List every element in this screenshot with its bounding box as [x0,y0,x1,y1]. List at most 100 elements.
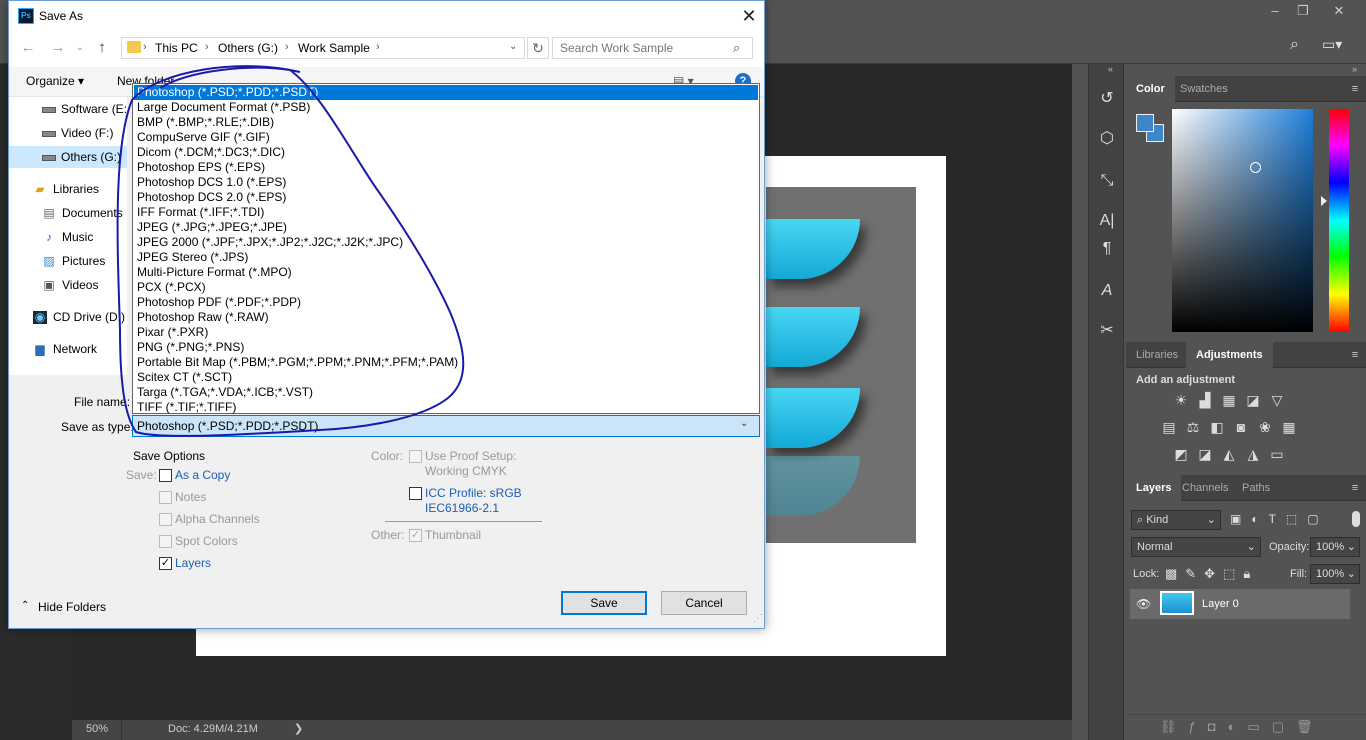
file-type-option[interactable]: PCX (*.PCX) [134,280,758,295]
tree-item-network[interactable]: ▆ Network [9,338,127,360]
organize-menu[interactable]: Organize ▾ [26,74,84,88]
eye-icon[interactable]: 👁︎ [1136,597,1151,611]
recent-locations-icon[interactable]: ⌄ [71,39,89,57]
breadcrumb-work-sample[interactable]: Work Sample [298,41,370,55]
tree-item-others[interactable]: Others (G:) [9,146,127,168]
file-type-option[interactable]: JPEG Stereo (*.JPS) [134,250,758,265]
color-field[interactable] [1172,109,1313,332]
back-arrow-icon[interactable]: ← [19,39,37,57]
photo-filter-icon[interactable]: ◙ [1232,418,1250,436]
file-type-option[interactable]: Large Document Format (*.PSB) [134,100,758,115]
file-type-option[interactable]: JPEG (*.JPG;*.JPEG;*.JPE) [134,220,758,235]
icc-profile-label[interactable]: ICC Profile: sRGB [425,486,522,500]
black-white-icon[interactable]: ◧ [1208,418,1226,436]
tree-item-cd-drive[interactable]: ◉ CD Drive (D:) G [9,306,127,328]
fill-field[interactable]: 100% ⌄ [1310,564,1360,584]
tool-presets-icon[interactable]: ✂ [1094,318,1120,344]
color-lookup-icon[interactable]: ▦ [1280,418,1298,436]
breadcrumb-chevron-icon[interactable]: › [143,41,147,53]
file-type-option[interactable]: Photoshop (*.PSD;*.PDD;*.PSDT) [134,85,758,100]
vibrance-icon[interactable]: ▽ [1268,391,1286,409]
layer-filter-icons[interactable]: ▣◐T⬚▢ [1230,512,1329,526]
paths-icon[interactable]: ⤡ [1094,168,1120,194]
paragraph-icon[interactable]: ¶ [1094,236,1120,262]
chevron-down-icon[interactable]: ⌄ [509,41,517,52]
search-icon[interactable]: ⌕ [1290,36,1299,54]
file-type-option[interactable]: CompuServe GIF (*.GIF) [134,130,758,145]
panel-menu-icon[interactable]: ≡ [1348,348,1362,362]
expand-icon[interactable]: » [1352,64,1357,74]
file-type-option[interactable]: Photoshop PDF (*.PDF;*.PDP) [134,295,758,310]
chevron-down-icon[interactable]: ⌄ [740,418,748,429]
save-button[interactable]: Save [561,591,647,615]
panel-menu-icon[interactable]: ≡ [1348,82,1362,96]
file-type-option[interactable]: Multi-Picture Format (*.MPO) [134,265,758,280]
file-type-option[interactable]: Portable Bit Map (*.PBM;*.PGM;*.PPM;*.PN… [134,355,758,370]
file-type-option[interactable]: Scitex CT (*.SCT) [134,370,758,385]
tree-item-pictures[interactable]: ▨ Pictures [9,250,127,272]
as-a-copy-label[interactable]: As a Copy [175,468,230,482]
file-type-option[interactable]: BMP (*.BMP;*.RLE;*.DIB) [134,115,758,130]
tab-swatches[interactable]: Swatches [1170,76,1238,102]
search-icon[interactable]: ⌕ [733,40,740,56]
tab-channels[interactable]: Channels [1172,475,1238,501]
tab-color[interactable]: Color [1126,76,1175,102]
zoom-level[interactable]: 50% [72,720,122,740]
layers-checkbox[interactable]: ✓ [159,557,172,570]
exposure-icon[interactable]: ◪ [1244,391,1262,409]
close-icon[interactable]: ✕ [1328,2,1350,20]
status-menu-arrow[interactable]: ❯ [294,720,303,738]
tree-item-music[interactable]: ♪ Music [9,226,127,248]
tree-item-libraries[interactable]: ▰ Libraries [9,178,127,200]
opacity-field[interactable]: 100% ⌄ [1310,537,1360,557]
layer-action-icons[interactable]: ⛓ƒ◘◐▭▢🗑︎ [1160,719,1325,735]
panel-menu-icon[interactable]: ≡ [1348,481,1362,495]
layers-label[interactable]: Layers [175,556,211,570]
threshold-icon[interactable]: ◭ [1220,445,1238,463]
layer-thumbnail[interactable] [1160,591,1194,615]
file-type-option[interactable]: JPEG 2000 (*.JPF;*.JPX;*.JP2;*.J2C;*.J2K… [134,235,758,250]
lock-icons[interactable]: ▩✎✥⬚🔒︎ [1165,566,1258,582]
tree-item-documents[interactable]: ▤ Documents [9,202,127,224]
invert-icon[interactable]: ◩ [1172,445,1190,463]
foreground-color-swatch[interactable] [1136,114,1154,132]
history-icon[interactable]: ↺ [1094,86,1120,112]
file-type-option[interactable]: Pixar (*.PXR) [134,325,758,340]
file-type-option[interactable]: TIFF (*.TIF;*.TIFF) [134,400,758,415]
refresh-icon[interactable]: ↻ [527,37,549,59]
save-as-type-select[interactable]: Photoshop (*.PSD;*.PDD;*.PSDT) [132,415,760,437]
cancel-button[interactable]: Cancel [661,591,747,615]
color-picker-cursor[interactable] [1250,162,1261,173]
breadcrumb-chevron-icon[interactable]: › [376,41,380,53]
character-icon[interactable]: A| [1094,208,1120,234]
icc-profile-checkbox[interactable] [409,487,422,500]
selective-color-icon[interactable]: ◮ [1244,445,1262,463]
glyphs-icon[interactable]: A [1094,278,1120,304]
breadcrumb-this-pc[interactable]: This PC [155,41,198,55]
chevron-up-icon[interactable]: ⌃ [21,600,29,611]
search-input[interactable]: Search Work Sample [552,37,753,59]
up-arrow-icon[interactable]: ↑ [93,39,111,57]
3d-icon[interactable]: ⬡ [1094,126,1120,152]
collapse-icon[interactable]: « [1108,64,1113,74]
close-icon[interactable]: ✕ [737,4,761,28]
file-type-option[interactable]: Photoshop DCS 2.0 (*.EPS) [134,190,758,205]
color-balance-icon[interactable]: ⚖ [1184,418,1202,436]
layer-name[interactable]: Layer 0 [1202,598,1239,610]
levels-icon[interactable]: ▟ [1196,391,1214,409]
breadcrumb-others[interactable]: Others (G:) [218,41,278,55]
posterize-icon[interactable]: ◪ [1196,445,1214,463]
file-type-option[interactable]: Targa (*.TGA;*.VDA;*.ICB;*.VST) [134,385,758,400]
restore-icon[interactable]: ❐ [1292,2,1314,20]
filter-toggle[interactable] [1352,511,1360,527]
hue-slider[interactable] [1329,109,1349,332]
hide-folders-button[interactable]: Hide Folders [38,600,106,614]
breadcrumb-chevron-icon[interactable]: › [285,41,289,53]
tree-item-video[interactable]: Video (F:) [9,122,127,144]
tree-item-videos[interactable]: ▣ Videos [9,274,127,296]
as-a-copy-checkbox[interactable] [159,469,172,482]
file-type-option[interactable]: IFF Format (*.IFF;*.TDI) [134,205,758,220]
tab-adjustments[interactable]: Adjustments [1186,342,1273,368]
file-type-option[interactable]: PNG (*.PNG;*.PNS) [134,340,758,355]
resize-grip-icon[interactable]: ⋰ [753,613,763,624]
